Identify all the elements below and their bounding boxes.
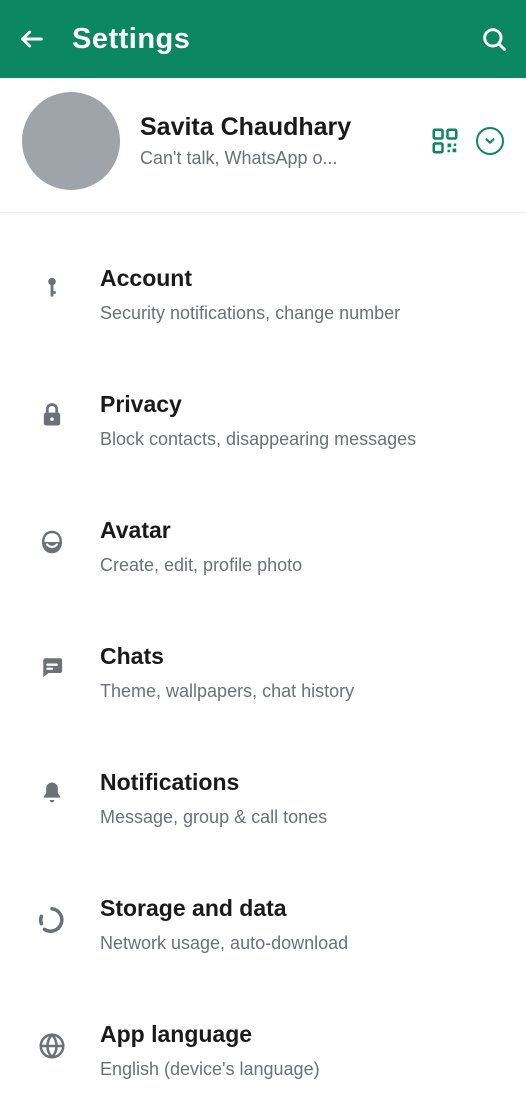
item-subtitle: Network usage, auto-download bbox=[100, 930, 504, 957]
item-subtitle: Theme, wallpapers, chat history bbox=[100, 678, 504, 705]
settings-item-avatar[interactable]: Avatar Create, edit, profile photo bbox=[0, 499, 526, 597]
key-icon bbox=[30, 265, 74, 301]
profile-row[interactable]: Savita Chaudhary Can't talk, WhatsApp o.… bbox=[0, 78, 526, 213]
item-title: Chats bbox=[100, 643, 504, 670]
item-title: Avatar bbox=[100, 517, 504, 544]
qr-icon bbox=[430, 126, 460, 156]
profile-text: Savita Chaudhary Can't talk, WhatsApp o.… bbox=[140, 113, 430, 169]
item-subtitle: English (device's language) bbox=[100, 1056, 504, 1083]
settings-item-chats[interactable]: Chats Theme, wallpapers, chat history bbox=[0, 625, 526, 723]
item-subtitle: Create, edit, profile photo bbox=[100, 552, 504, 579]
lock-icon bbox=[30, 391, 74, 429]
avatar bbox=[22, 92, 120, 190]
data-circle-icon bbox=[30, 895, 74, 935]
profile-name: Savita Chaudhary bbox=[140, 113, 430, 142]
avatar-face-icon bbox=[30, 517, 74, 557]
item-title: Privacy bbox=[100, 391, 504, 418]
item-subtitle: Block contacts, disappearing messages bbox=[100, 426, 504, 453]
globe-icon bbox=[30, 1021, 74, 1061]
item-title: Account bbox=[100, 265, 504, 292]
settings-item-notifications[interactable]: Notifications Message, group & call tone… bbox=[0, 751, 526, 849]
qr-button[interactable] bbox=[430, 126, 460, 156]
chat-icon bbox=[30, 643, 74, 681]
item-title: App language bbox=[100, 1021, 504, 1048]
search-button[interactable] bbox=[480, 25, 508, 53]
settings-item-account[interactable]: Account Security notifications, change n… bbox=[0, 247, 526, 345]
settings-list: Account Security notifications, change n… bbox=[0, 213, 526, 1101]
settings-item-storage[interactable]: Storage and data Network usage, auto-dow… bbox=[0, 877, 526, 975]
back-button[interactable] bbox=[18, 25, 46, 53]
search-icon bbox=[480, 25, 508, 53]
app-header: Settings bbox=[0, 0, 526, 78]
profile-status: Can't talk, WhatsApp o... bbox=[140, 148, 430, 169]
chevron-down-icon bbox=[483, 134, 497, 148]
item-subtitle: Message, group & call tones bbox=[100, 804, 504, 831]
profile-actions bbox=[430, 126, 504, 156]
expand-button[interactable] bbox=[476, 127, 504, 155]
item-title: Storage and data bbox=[100, 895, 504, 922]
item-title: Notifications bbox=[100, 769, 504, 796]
item-subtitle: Security notifications, change number bbox=[100, 300, 504, 327]
settings-item-privacy[interactable]: Privacy Block contacts, disappearing mes… bbox=[0, 373, 526, 471]
settings-item-language[interactable]: App language English (device's language) bbox=[0, 1003, 526, 1101]
page-title: Settings bbox=[72, 23, 480, 56]
bell-icon bbox=[30, 769, 74, 807]
arrow-left-icon bbox=[18, 25, 46, 53]
